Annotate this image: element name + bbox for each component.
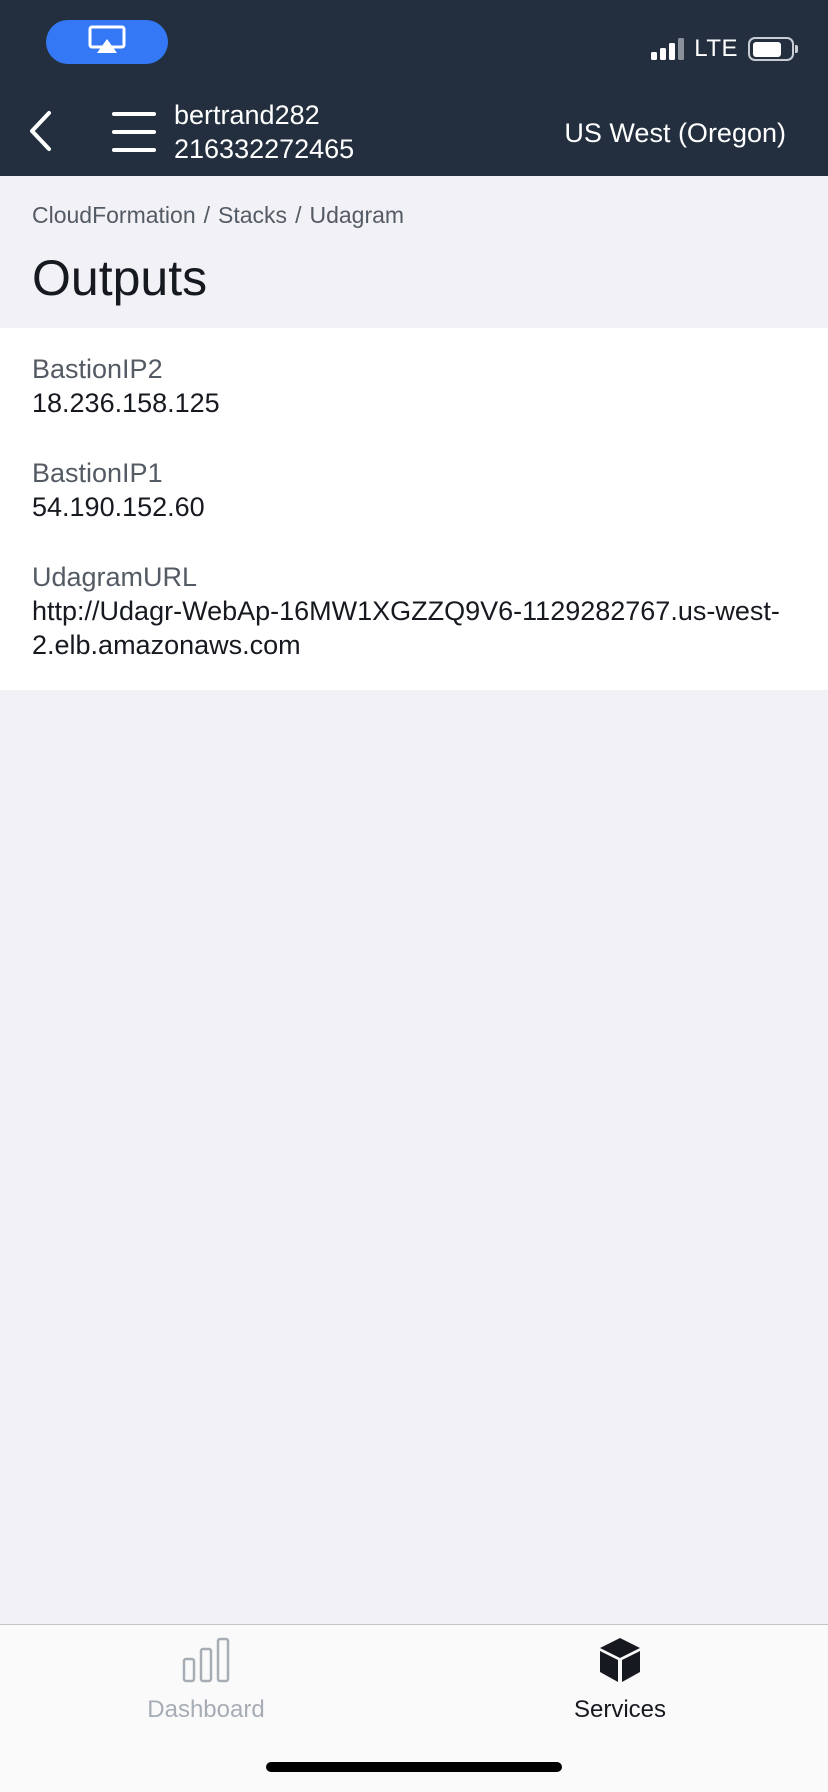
breadcrumb-cloudformation[interactable]: CloudFormation bbox=[32, 202, 196, 229]
status-indicators: LTE bbox=[651, 34, 798, 64]
output-item: BastionIP1 54.190.152.60 bbox=[32, 456, 780, 524]
cube-icon bbox=[595, 1635, 645, 1685]
battery-icon bbox=[748, 37, 798, 61]
account-switcher[interactable]: bertrand282 216332272465 bbox=[174, 98, 354, 166]
breadcrumb-separator: / bbox=[295, 202, 302, 228]
back-button[interactable] bbox=[20, 108, 60, 158]
outputs-list: BastionIP2 18.236.158.125 BastionIP1 54.… bbox=[0, 328, 828, 690]
tab-services[interactable]: Services bbox=[500, 1635, 740, 1745]
airplay-status-pill[interactable] bbox=[46, 20, 168, 64]
hamburger-menu-icon[interactable] bbox=[112, 110, 156, 154]
home-indicator[interactable] bbox=[266, 1762, 562, 1772]
cellular-signal-icon bbox=[651, 38, 685, 60]
output-key: BastionIP2 bbox=[32, 354, 163, 384]
tab-dashboard[interactable]: Dashboard bbox=[86, 1635, 326, 1745]
output-item: BastionIP2 18.236.158.125 bbox=[32, 352, 780, 420]
account-name: bertrand282 bbox=[174, 100, 320, 130]
breadcrumb: CloudFormation / Stacks / Udagram bbox=[32, 202, 404, 229]
region-selector[interactable]: US West (Oregon) bbox=[564, 116, 786, 150]
page-title: Outputs bbox=[32, 250, 208, 306]
breadcrumb-separator: / bbox=[203, 202, 211, 228]
airplay-icon bbox=[87, 24, 127, 61]
tab-label: Dashboard bbox=[147, 1696, 265, 1723]
output-key: UdagramURL bbox=[32, 562, 198, 592]
output-value[interactable]: 54.190.152.60 bbox=[32, 490, 780, 524]
output-key: BastionIP1 bbox=[32, 458, 163, 488]
output-item: UdagramURL http://Udagr-WebAp-16MW1XGZZQ… bbox=[32, 560, 780, 662]
network-type-label: LTE bbox=[694, 35, 738, 62]
bar-chart-icon bbox=[181, 1635, 231, 1685]
tab-label: Services bbox=[573, 1696, 667, 1723]
output-value[interactable]: http://Udagr-WebAp-16MW1XGZZQ9V6-1129282… bbox=[32, 594, 780, 662]
output-value[interactable]: 18.236.158.125 bbox=[32, 386, 780, 420]
breadcrumb-stacks[interactable]: Stacks bbox=[218, 202, 287, 229]
breadcrumb-udagram[interactable]: Udagram bbox=[309, 202, 404, 229]
app-header: LTE bertrand282 216332272465 US West (Or… bbox=[0, 0, 828, 176]
account-id: 216332272465 bbox=[174, 134, 355, 164]
chevron-left-icon bbox=[27, 110, 53, 157]
